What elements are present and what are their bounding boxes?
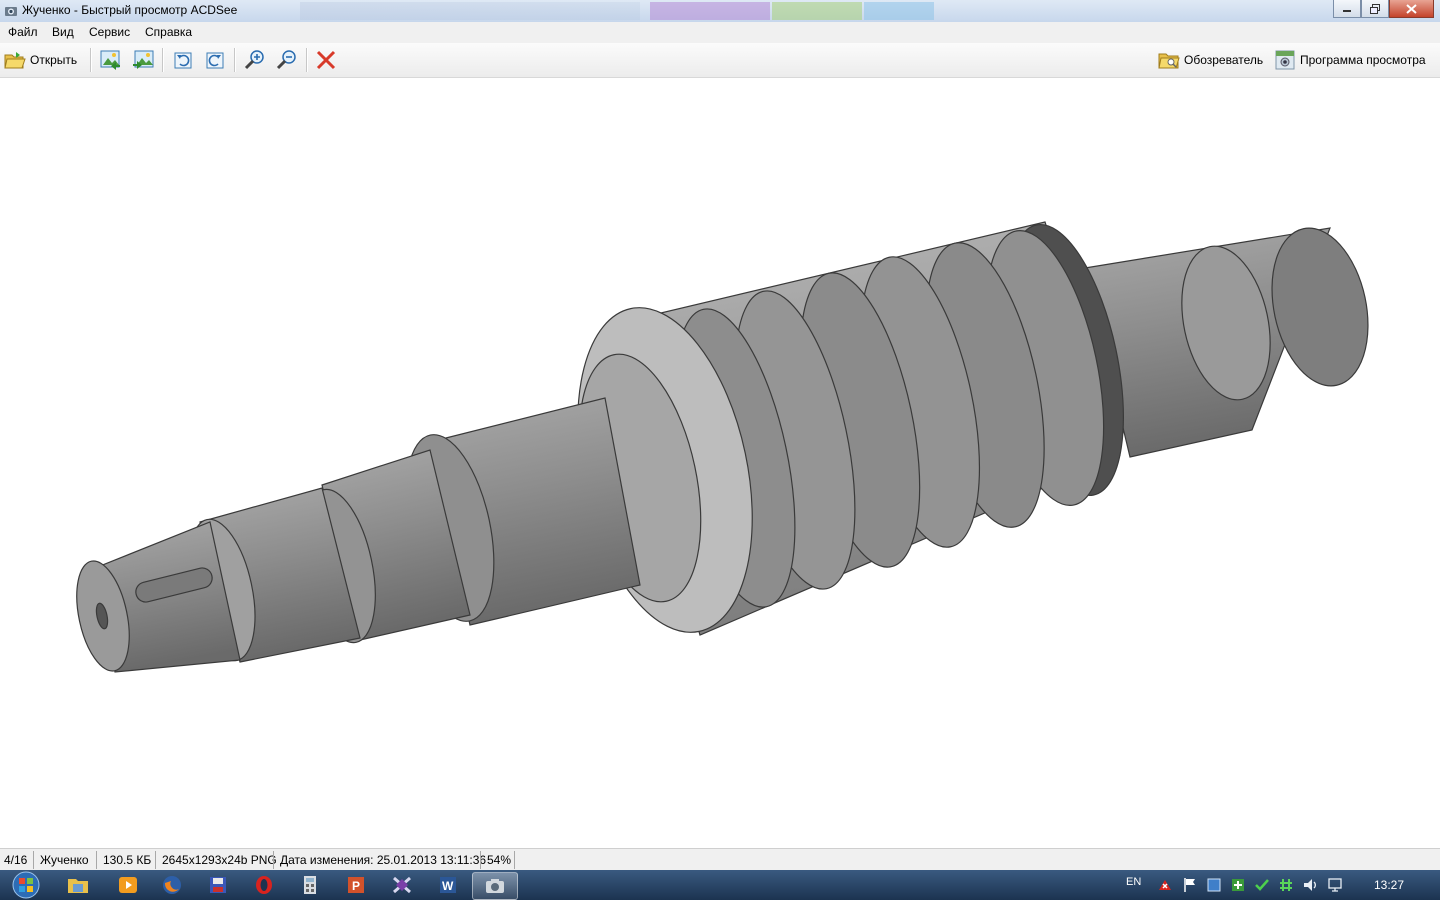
zoom-out-button[interactable] bbox=[275, 46, 299, 74]
rotate-left-button[interactable] bbox=[171, 46, 195, 74]
delete-icon bbox=[316, 50, 336, 70]
task-kompas[interactable] bbox=[380, 872, 424, 898]
menu-view[interactable]: Вид bbox=[52, 25, 74, 39]
word-icon: W bbox=[440, 877, 456, 893]
zoom-out-icon bbox=[276, 50, 296, 70]
restore-icon bbox=[1370, 3, 1380, 14]
volume-icon[interactable] bbox=[1302, 876, 1320, 894]
svg-text:P: P bbox=[352, 879, 360, 893]
viewer-camera-icon bbox=[1275, 50, 1295, 70]
tray-hash-icon[interactable] bbox=[1278, 876, 1294, 894]
taskbar: P W bbox=[0, 870, 1440, 900]
tray-security-icon[interactable] bbox=[1230, 876, 1246, 894]
tray-network-alert-icon[interactable] bbox=[1156, 876, 1174, 894]
status-zoom: 54% bbox=[487, 853, 512, 867]
viewer-label: Программа просмотра bbox=[1300, 53, 1426, 67]
task-opera[interactable] bbox=[242, 872, 286, 898]
media-player-icon bbox=[119, 877, 137, 893]
status-modified-date: Дата изменения: 25.01.2013 13:11:36 bbox=[280, 853, 487, 867]
task-media-player[interactable] bbox=[106, 872, 150, 898]
tray-app-icon[interactable] bbox=[1206, 876, 1222, 894]
next-image-button[interactable] bbox=[131, 46, 155, 74]
viewer-program-button[interactable]: Программа просмотра bbox=[1274, 46, 1426, 74]
image-viewer[interactable] bbox=[0, 78, 1440, 847]
close-icon bbox=[1406, 3, 1417, 14]
clock[interactable]: 13:27 bbox=[1374, 878, 1404, 892]
rotate-right-icon bbox=[206, 52, 224, 69]
task-firefox[interactable] bbox=[150, 872, 194, 898]
menu-service[interactable]: Сервис bbox=[89, 25, 130, 39]
zoom-in-button[interactable] bbox=[243, 46, 267, 74]
next-image-icon bbox=[133, 50, 154, 69]
language-indicator[interactable]: EN bbox=[1126, 876, 1141, 888]
menu-help[interactable]: Справка bbox=[145, 25, 192, 39]
browser-label: Обозреватель bbox=[1184, 53, 1264, 67]
previous-image-button[interactable] bbox=[99, 46, 123, 74]
toolbar: Открыть Обозреватель Программа просмотра bbox=[0, 43, 1440, 78]
calculator-icon bbox=[304, 876, 316, 894]
opera-icon bbox=[256, 876, 272, 894]
kompas-icon bbox=[393, 876, 411, 894]
rotate-right-button[interactable] bbox=[203, 46, 227, 74]
status-filename: Жученко bbox=[40, 853, 89, 867]
tray-check-icon[interactable] bbox=[1254, 876, 1270, 894]
firefox-icon bbox=[163, 876, 181, 894]
status-filesize: 130.5 КБ bbox=[103, 853, 152, 867]
window-title: Жученко - Быстрый просмотр ACDSee bbox=[22, 3, 238, 17]
task-powerpoint[interactable]: P bbox=[334, 872, 378, 898]
network-icon[interactable] bbox=[1326, 876, 1344, 894]
title-gradient-strip bbox=[300, 2, 640, 20]
close-window-button[interactable] bbox=[1389, 0, 1434, 18]
open-label: Открыть bbox=[30, 53, 78, 67]
worm-shaft-image bbox=[76, 221, 1369, 673]
zoom-in-icon bbox=[244, 50, 264, 70]
start-button[interactable] bbox=[6, 870, 46, 900]
camera-icon bbox=[5, 7, 17, 16]
powerpoint-icon: P bbox=[348, 877, 364, 893]
open-button[interactable]: Открыть bbox=[4, 46, 77, 74]
task-explorer[interactable] bbox=[56, 872, 100, 898]
task-word[interactable]: W bbox=[426, 872, 470, 898]
delete-button[interactable] bbox=[315, 46, 337, 74]
minimize-icon bbox=[1343, 9, 1351, 12]
acdsee-camera-icon bbox=[486, 879, 504, 893]
browser-button[interactable]: Обозреватель bbox=[1158, 46, 1263, 74]
windows-orb-icon bbox=[12, 871, 40, 899]
status-dimensions: 2645x1293x24b PNG bbox=[162, 853, 277, 867]
maximize-button[interactable] bbox=[1361, 0, 1389, 18]
minimize-button[interactable] bbox=[1333, 0, 1361, 18]
title-strip-purple bbox=[650, 2, 770, 20]
task-save-app[interactable] bbox=[196, 872, 240, 898]
task-acdsee[interactable] bbox=[472, 872, 518, 900]
status-bar: 4/16 Жученко 130.5 КБ 2645x1293x24b PNG … bbox=[0, 848, 1440, 871]
task-calculator[interactable] bbox=[288, 872, 332, 898]
rotate-left-icon bbox=[174, 52, 192, 69]
svg-text:W: W bbox=[442, 879, 454, 893]
tray-flag-icon[interactable] bbox=[1182, 876, 1198, 894]
menu-bar: Файл Вид Сервис Справка bbox=[0, 22, 1440, 43]
title-strip-green bbox=[772, 2, 862, 20]
title-strip-blue bbox=[864, 2, 934, 20]
title-bar: Жученко - Быстрый просмотр ACDSee bbox=[0, 0, 1440, 23]
status-image-position: 4/16 bbox=[4, 853, 28, 867]
menu-file[interactable]: Файл bbox=[8, 25, 38, 39]
floppy-icon bbox=[210, 877, 226, 893]
explorer-folder-icon bbox=[68, 879, 88, 893]
folder-open-icon bbox=[4, 52, 26, 69]
browser-folder-icon bbox=[1158, 53, 1180, 69]
previous-image-icon bbox=[100, 50, 120, 70]
